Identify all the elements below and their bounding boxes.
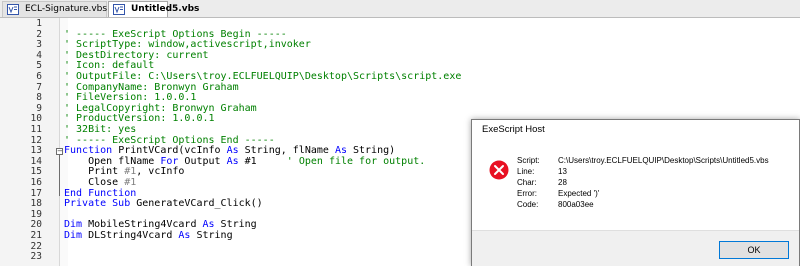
code-token: #1 bbox=[244, 155, 287, 167]
line-value: 13 bbox=[558, 167, 567, 176]
code-token: ' OutputFile: C:\Users\troy.ECLFUELQUIP\… bbox=[64, 71, 462, 82]
script-value: C:\Users\troy.ECLFUELQUIP\Desktop\Script… bbox=[558, 156, 769, 165]
char-value: 28 bbox=[558, 178, 567, 187]
vbs-file-icon bbox=[113, 4, 125, 15]
code-token: ' ----- ExeScript Options End ----- bbox=[64, 134, 275, 146]
code-token: #1 bbox=[124, 177, 137, 188]
code-token: Open flName bbox=[64, 155, 161, 167]
line-number: 1 bbox=[36, 18, 42, 29]
char-label: Char: bbox=[517, 178, 537, 187]
ok-button[interactable]: OK bbox=[719, 241, 789, 259]
tab-label: Untitled5.vbs bbox=[131, 4, 200, 14]
code-token: Print bbox=[64, 166, 125, 178]
line-number: 23 bbox=[30, 251, 42, 263]
line-number: 11 bbox=[30, 124, 42, 135]
code-token: ' FileVersion: 1.0.0.1 bbox=[64, 92, 197, 104]
code-token: Output bbox=[184, 155, 227, 167]
code-token: String, flName bbox=[244, 145, 335, 157]
code-token: String bbox=[220, 219, 257, 231]
dialog-title: ExeScript Host bbox=[482, 124, 545, 135]
code-token: Private Sub bbox=[64, 198, 137, 210]
code-line[interactable]: Private Sub GenerateVCard_Click() bbox=[64, 198, 263, 210]
line-number: 16 bbox=[30, 177, 42, 188]
code-token: GenerateVCard_Click() bbox=[136, 198, 263, 210]
code-token: As bbox=[226, 155, 245, 167]
vbs-file-icon bbox=[7, 4, 19, 15]
code-token: As bbox=[226, 145, 245, 157]
code-value: 800a03ee bbox=[558, 200, 594, 209]
code-token: ' DestDirectory: current bbox=[64, 49, 209, 61]
code-token: #1 bbox=[124, 166, 137, 178]
tab-ecl-signature[interactable]: ECL-Signature.vbs bbox=[2, 1, 107, 17]
code-token: Close bbox=[64, 177, 125, 188]
code-token: ' ----- ExeScript Options Begin ----- bbox=[64, 28, 287, 40]
tab-label: ECL-Signature.vbs bbox=[25, 4, 108, 14]
code-token: Dim bbox=[64, 230, 89, 241]
fold-toggle[interactable]: − bbox=[56, 148, 63, 156]
code-token: As bbox=[334, 145, 353, 157]
code-token: End Function bbox=[64, 187, 137, 199]
dialog-body: Script: C:\Users\troy.ECLFUELQUIP\Deskto… bbox=[472, 140, 799, 236]
line-number: 6 bbox=[36, 71, 42, 82]
code-token: ' ProductVersion: 1.0.0.1 bbox=[64, 113, 215, 125]
code-token: For bbox=[160, 155, 185, 167]
fold-guide bbox=[59, 155, 60, 196]
line-number-gutter: 1 2 3 4 5 6 7 8 9 10 11 12 13 14 15 16 17 18 19 20 21 22 23 bbox=[0, 18, 60, 266]
code-token: As bbox=[178, 230, 197, 241]
code-token: ' ScriptType: window,activescript,invoke… bbox=[64, 39, 311, 51]
code-token: MobileString4Vcard bbox=[88, 219, 203, 231]
code-token: ' LegalCopyright: Bronwyn Graham bbox=[64, 102, 257, 114]
error-icon bbox=[489, 160, 509, 180]
code-token: ' 32Bit: yes bbox=[64, 124, 137, 135]
code-token: Dim bbox=[64, 219, 89, 231]
script-label: Script: bbox=[517, 156, 540, 165]
code-line[interactable]: Dim DLString4Vcard As String bbox=[64, 230, 233, 242]
line-label: Line: bbox=[517, 167, 535, 176]
code-token: ' Open file for output. bbox=[286, 155, 426, 167]
code-token: PrintVCard(vcInfo bbox=[118, 145, 227, 157]
code-token: String bbox=[196, 230, 233, 241]
error-value: Expected ')' bbox=[558, 189, 600, 198]
error-dialog: ExeScript Host Script: C:\Users\troy.ECL… bbox=[471, 119, 800, 266]
code-token: As bbox=[202, 219, 221, 231]
code-token: String) bbox=[353, 145, 396, 157]
code-token: ' Icon: default bbox=[64, 60, 155, 72]
tab-bar: ECL-Signature.vbs Untitled5.vbs bbox=[0, 0, 800, 18]
code-token: , vcInfo bbox=[136, 166, 185, 178]
error-label: Error: bbox=[517, 189, 537, 198]
code-label: Code: bbox=[517, 200, 539, 209]
tab-untitled5[interactable]: Untitled5.vbs bbox=[108, 1, 199, 17]
code-token: DLString4Vcard bbox=[88, 230, 179, 241]
code-token: Function bbox=[64, 145, 119, 157]
dialog-footer: OK bbox=[472, 230, 799, 266]
line-number: 21 bbox=[30, 230, 42, 241]
code-token: ' CompanyName: Bronwyn Graham bbox=[64, 81, 239, 93]
